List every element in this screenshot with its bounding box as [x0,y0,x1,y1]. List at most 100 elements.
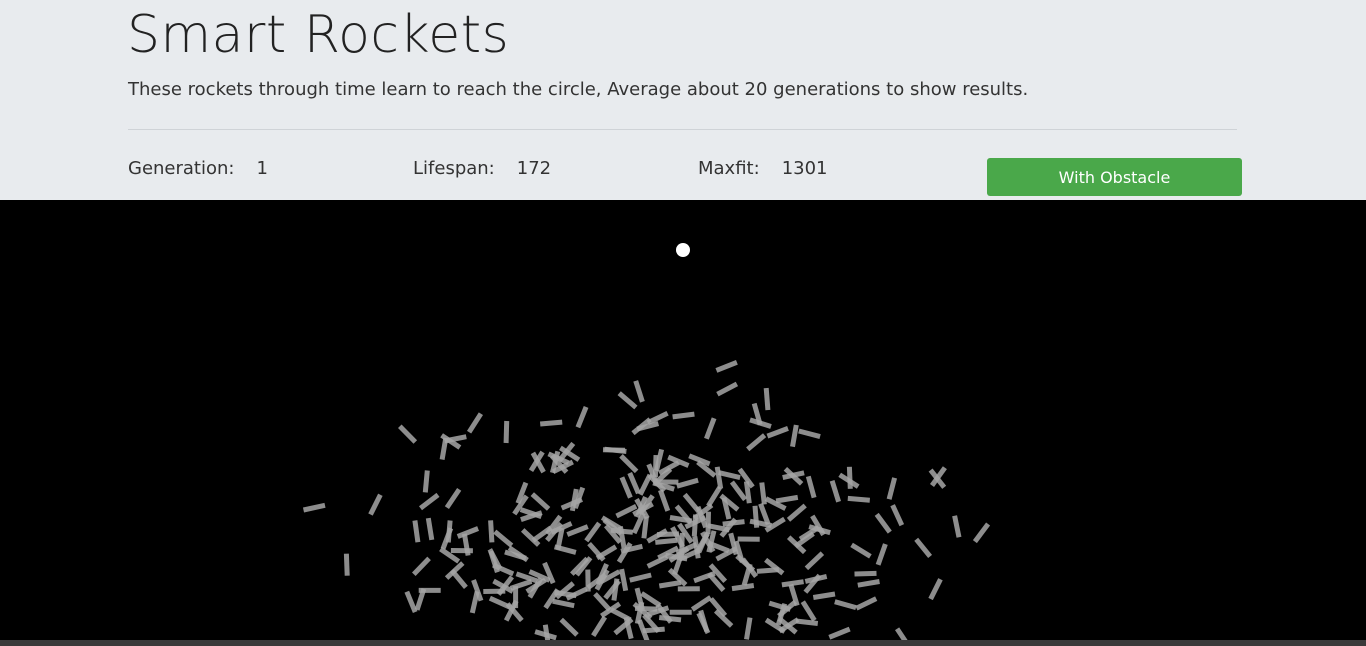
rocket [539,419,563,427]
rocket [875,543,888,566]
bottom-bar [0,640,1366,646]
rocket [690,595,712,612]
rocket [714,466,724,489]
rocket [566,524,589,537]
rocket [404,590,418,614]
target-circle [676,243,690,257]
rocket [834,599,857,611]
rocket [715,359,738,373]
rocket [584,521,602,543]
rocket [445,520,453,543]
generation-stat: Generation: 1 [128,157,268,181]
rocket [587,541,606,562]
rocket [559,617,579,637]
rocket [619,454,639,474]
rocket [847,495,871,503]
simulation-canvas[interactable] [0,200,1366,640]
page-title: Smart Rockets [127,5,510,65]
rocket [795,618,819,626]
rocket [418,492,440,511]
rocket [749,417,772,429]
generation-label: Generation: [128,158,235,179]
maxfit-value: 1301 [781,158,828,179]
lifespan-label: Lifespan: [413,158,495,179]
rocket [855,596,878,611]
rocket [343,553,350,576]
rocket [530,492,551,511]
rocket [466,412,484,434]
rocket [543,588,560,610]
rocket [658,580,682,589]
rocket [744,617,753,640]
rocket-swarm [302,359,991,640]
rocket [800,600,817,622]
rocket [412,520,421,543]
rocket [672,411,695,420]
rocket [368,493,383,516]
rocket [617,391,638,410]
page-subtitle: These rockets through time learn to reac… [128,79,1029,100]
rocket [641,516,649,539]
rocket [629,572,652,583]
rocket [604,446,627,454]
rocket [798,428,821,440]
rocket [790,424,799,448]
rocket [398,424,418,444]
rocket [781,579,804,588]
rocket [469,590,480,614]
rocket [743,481,752,504]
rocket [928,578,943,601]
rocket [828,626,851,640]
rocket [775,494,799,504]
rocket [655,537,678,545]
with-obstacle-button[interactable]: With Obstacle [987,158,1242,196]
rocket [850,542,872,559]
rocket [812,591,836,600]
header: Smart Rockets These rockets through time… [0,0,1366,200]
rocket [656,531,680,538]
rocket [575,405,589,429]
rocket [890,504,905,527]
rocket [886,477,898,500]
rocket [615,503,638,519]
rocket [444,488,462,509]
rocket [542,624,551,640]
rocket [488,595,512,610]
rocket [763,387,771,411]
rocket [722,519,745,527]
rocket [705,511,711,534]
rocket [627,472,641,495]
rocket [493,529,514,548]
rocket [914,537,933,558]
rocket [609,607,632,623]
rocket [503,420,510,444]
rocket [716,381,739,397]
rocket [640,591,662,608]
rocket [449,568,468,589]
rocket [698,609,710,633]
rocket [857,579,880,588]
maxfit-stat: Maxfit: 1301 [698,157,828,181]
rocket [488,520,495,543]
rocket [718,470,741,480]
rocket [846,466,853,489]
rocket [676,477,699,489]
rocket [756,567,780,574]
rocket [952,515,962,538]
rocket [731,583,755,592]
rocket [972,522,991,544]
rocket [759,482,767,505]
rocket [652,455,659,478]
rocket [658,615,682,623]
rocket [829,480,841,503]
rocket [425,517,435,541]
rocket [414,588,427,611]
rocket [439,437,449,461]
divider [128,129,1237,130]
rocket [552,598,575,609]
rocket [854,570,877,577]
rocket [766,426,789,439]
rocket [619,476,633,499]
rocket [456,526,480,539]
rocket [874,512,892,534]
